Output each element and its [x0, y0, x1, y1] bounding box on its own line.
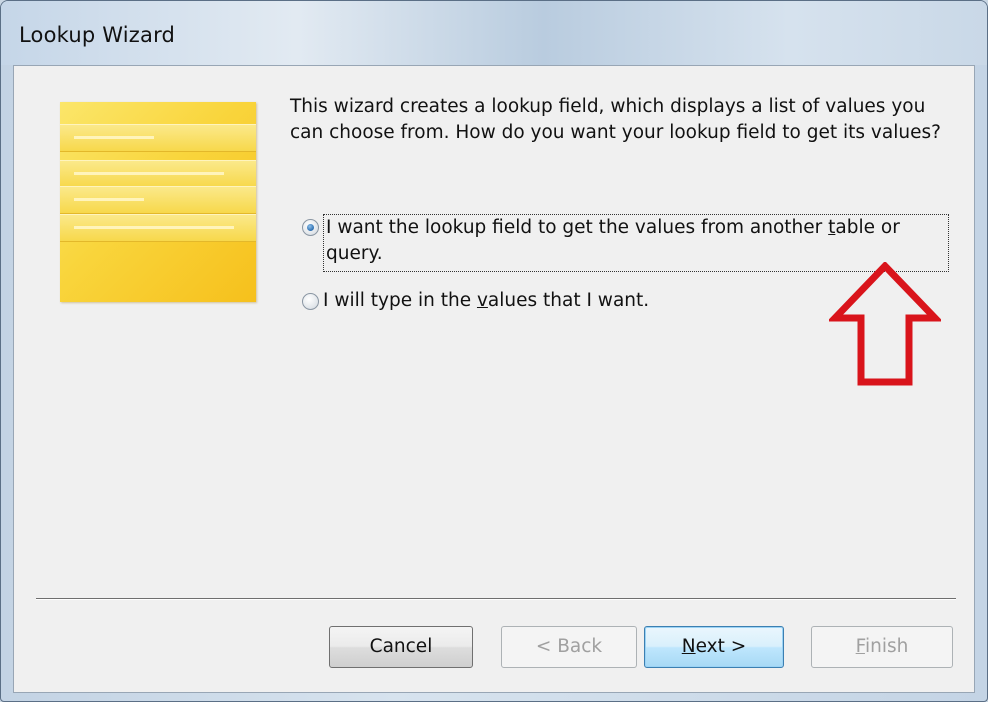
lookup-wizard-window: Lookup Wizard This wizard creates a look… [0, 0, 988, 702]
illustration-line [74, 136, 154, 139]
wizard-body: This wizard creates a lookup field, whic… [13, 65, 975, 693]
radio-type-values[interactable] [302, 293, 319, 310]
accelerator-key: N [681, 636, 696, 657]
button-text: ack [569, 636, 603, 657]
button-text: inish [864, 636, 909, 657]
cancel-button[interactable]: Cancel [329, 626, 473, 668]
option-label-text: alues that I want. [487, 290, 650, 311]
illustration-line [74, 226, 234, 229]
finish-button[interactable]: Finish [811, 626, 953, 668]
option-label-text: I want the lookup field to get the value… [326, 217, 829, 238]
up-arrow-annotation-icon [829, 262, 941, 386]
illustration-line [74, 198, 144, 201]
window-title: Lookup Wizard [19, 23, 176, 47]
wizard-intro-text: This wizard creates a lookup field, whic… [290, 96, 941, 143]
radio-table-query[interactable] [302, 219, 319, 236]
back-button[interactable]: < Back [501, 626, 637, 668]
accelerator-key: v [476, 290, 488, 311]
title-bar[interactable]: Lookup Wizard [1, 1, 987, 65]
option-type-values[interactable]: I will type in the values that I want. [302, 288, 649, 314]
illustration-line [74, 172, 224, 175]
option-type-values-label[interactable]: I will type in the values that I want. [323, 288, 649, 314]
accelerator-key: F [855, 636, 865, 657]
lookup-wizard-illustration-icon [60, 102, 256, 302]
separator-line [36, 598, 956, 600]
button-text: < B [535, 636, 570, 657]
next-button[interactable]: Next > [644, 626, 784, 668]
button-text: ext > [695, 636, 747, 657]
option-label-text: I will type in the [323, 290, 477, 311]
